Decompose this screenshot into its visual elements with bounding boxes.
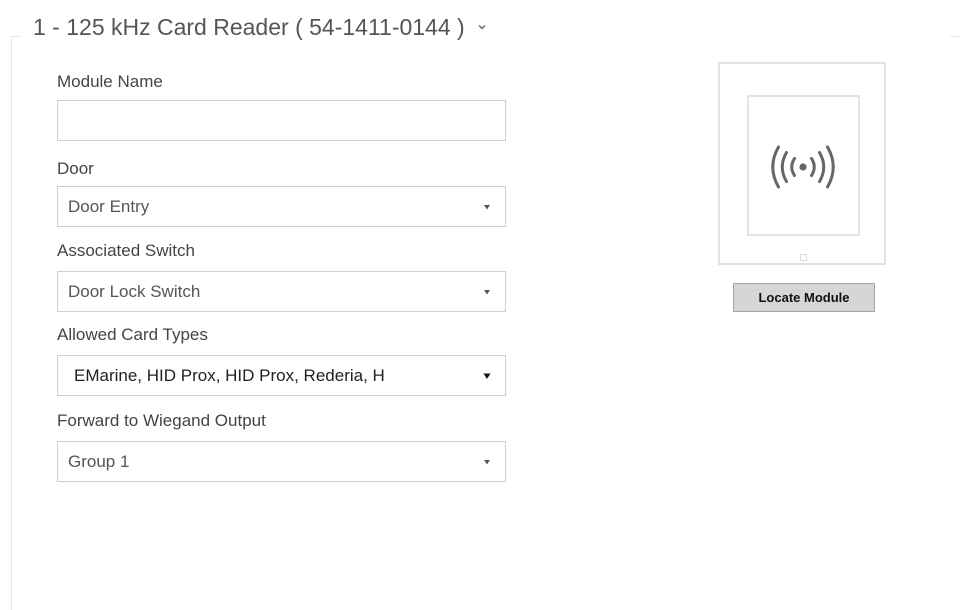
locate-module-button[interactable]: Locate Module xyxy=(733,283,875,312)
allowed-card-types-label: Allowed Card Types xyxy=(57,325,208,344)
allowed-card-types-select[interactable]: EMarine, HID Prox, HID Prox, Rederia, H xyxy=(57,355,506,396)
section-frame-top-left xyxy=(11,36,20,37)
module-device-face xyxy=(747,95,860,236)
dropdown-arrow-icon xyxy=(481,372,493,380)
forward-wiegand-select[interactable]: Group 1 xyxy=(57,441,506,482)
associated-switch-label: Associated Switch xyxy=(57,241,195,260)
section-header[interactable]: 1 - 125 kHz Card Reader ( 54-1411-0144 ) xyxy=(27,10,493,44)
associated-switch-value: Door Lock Switch xyxy=(68,281,201,301)
section-frame-left xyxy=(11,36,12,610)
rfid-wave-icon xyxy=(767,145,839,194)
section-title: 1 - 125 kHz Card Reader ( 54-1411-0144 ) xyxy=(33,14,465,40)
door-select[interactable]: Door Entry xyxy=(57,186,506,227)
forward-wiegand-label: Forward to Wiegand Output xyxy=(57,411,266,430)
dropdown-arrow-icon xyxy=(481,458,493,466)
module-name-input[interactable] xyxy=(57,100,506,141)
module-preview xyxy=(718,62,886,265)
dropdown-arrow-icon xyxy=(481,288,493,296)
associated-switch-select[interactable]: Door Lock Switch xyxy=(57,271,506,312)
forward-wiegand-value: Group 1 xyxy=(68,451,130,471)
section-frame-top-right xyxy=(950,36,960,37)
dropdown-arrow-icon xyxy=(481,203,493,211)
module-name-label: Module Name xyxy=(57,72,163,91)
chevron-down-icon[interactable] xyxy=(477,22,487,32)
door-select-value: Door Entry xyxy=(68,196,150,216)
allowed-card-types-value: EMarine, HID Prox, HID Prox, Rederia, H xyxy=(74,365,385,385)
door-label: Door xyxy=(57,159,94,178)
status-led xyxy=(800,254,807,261)
